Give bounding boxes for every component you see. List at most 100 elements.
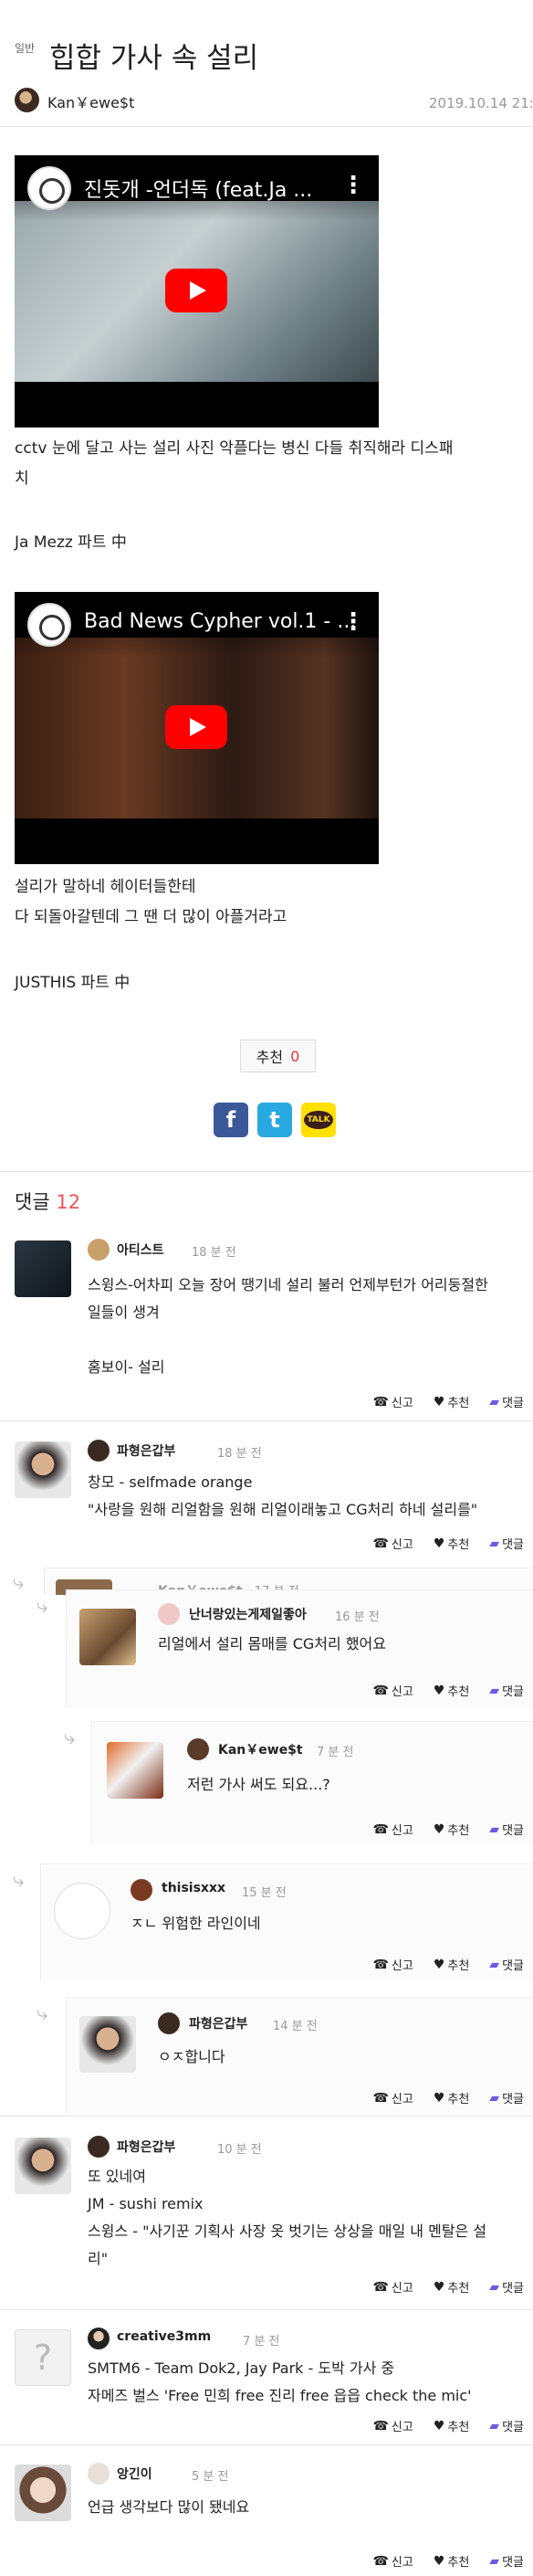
comment-time: 16 분 전 bbox=[335, 1610, 380, 1624]
reply-button[interactable]: ▰ 댓글 bbox=[489, 2089, 524, 2107]
comment-avatar[interactable] bbox=[15, 1441, 71, 1498]
report-button[interactable]: ☎ 신고 bbox=[372, 2417, 413, 2435]
reply-button[interactable]: ▰ 댓글 bbox=[489, 1393, 524, 1411]
body-paragraph: JUSTHIS 파트 中 bbox=[15, 974, 131, 992]
comment-time: 18 분 전 bbox=[217, 1447, 262, 1461]
post-category[interactable]: 일반 bbox=[15, 40, 35, 56]
comment-author[interactable]: 파형은갑부 bbox=[117, 2138, 175, 2156]
user-badge-icon bbox=[88, 2136, 110, 2158]
comment-item: Kan￥ewe$t 7 분 전 저런 가사 써도 되요...? ☎ 신고 ♥ 추천 … bbox=[91, 1721, 533, 1845]
comment-avatar[interactable] bbox=[15, 1240, 71, 1297]
comment-actions: ☎ 신고 ♥ 추천 ▰ 댓글 bbox=[372, 1821, 524, 1839]
divider bbox=[0, 2309, 533, 2310]
reply-button[interactable]: ▰ 댓글 bbox=[489, 1956, 524, 1974]
report-button[interactable]: ☎ 신고 bbox=[372, 1393, 413, 1411]
comment-avatar[interactable] bbox=[54, 1883, 110, 1939]
twitter-share-icon[interactable]: t bbox=[257, 1103, 292, 1137]
recommend-label: 추천 bbox=[447, 1824, 470, 1838]
report-label: 신고 bbox=[391, 2556, 413, 2570]
video-title[interactable]: 진돗개 -언더독 (feat.Ja ... bbox=[84, 174, 312, 203]
recommend-comment-button[interactable]: ♥ 추천 bbox=[434, 1682, 469, 1700]
facebook-share-icon[interactable]: f bbox=[214, 1103, 248, 1137]
comment-actions: ☎ 신고 ♥ 추천 ▰ 댓글 bbox=[372, 1682, 524, 1700]
report-button[interactable]: ☎ 신고 bbox=[372, 1956, 413, 1974]
speech-bubble-icon: ▰ bbox=[489, 2090, 500, 2106]
report-button[interactable]: ☎ 신고 bbox=[372, 1821, 413, 1839]
user-badge-icon bbox=[158, 1603, 180, 1625]
report-label: 신고 bbox=[391, 1824, 413, 1838]
comments-header: 댓글 12 bbox=[15, 1188, 80, 1215]
report-button[interactable]: ☎ 신고 bbox=[372, 2278, 413, 2296]
play-icon[interactable] bbox=[165, 705, 227, 749]
comment-avatar[interactable] bbox=[107, 1742, 163, 1799]
user-badge-icon bbox=[131, 1879, 152, 1901]
recommend-comment-button[interactable]: ♥ 추천 bbox=[434, 2278, 469, 2296]
divider bbox=[0, 126, 533, 127]
comment-actions: ☎ 신고 ♥ 추천 ▰ 댓글 bbox=[372, 1535, 524, 1553]
comment-author[interactable]: 파형은갑부 bbox=[189, 2014, 247, 2032]
kakaotalk-share-icon[interactable]: TALK bbox=[301, 1103, 336, 1137]
video-embed[interactable]: Bad News Cypher vol.1 - ... ⋮ bbox=[15, 592, 379, 864]
reply-button[interactable]: ▰ 댓글 bbox=[489, 1535, 524, 1553]
recommend-label: 추천 bbox=[447, 2282, 470, 2296]
user-badge-icon bbox=[88, 1440, 110, 1462]
heart-icon: ♥ bbox=[433, 1957, 445, 1972]
play-icon[interactable] bbox=[165, 269, 227, 312]
comment-author[interactable]: thisisxxx bbox=[162, 1881, 225, 1895]
recommend-comment-button[interactable]: ♥ 추천 bbox=[434, 1535, 469, 1553]
report-button[interactable]: ☎ 신고 bbox=[372, 2089, 413, 2107]
report-button[interactable]: ☎ 신고 bbox=[372, 1682, 413, 1700]
recommend-comment-button[interactable]: ♥ 추천 bbox=[433, 1956, 469, 1974]
comment-author[interactable]: 아티스트 bbox=[117, 1240, 164, 1259]
reply-button[interactable]: ▰ 댓글 bbox=[489, 2278, 524, 2296]
recommend-comment-button[interactable]: ♥ 추천 bbox=[434, 2552, 469, 2571]
default-avatar-icon[interactable]: ? bbox=[15, 2329, 71, 2386]
reply-label: 댓글 bbox=[502, 1959, 524, 1973]
report-button[interactable]: ☎ 신고 bbox=[372, 2552, 413, 2571]
video-title[interactable]: Bad News Cypher vol.1 - ... bbox=[84, 610, 356, 633]
recommend-comment-button[interactable]: ♥ 추천 bbox=[434, 2417, 469, 2435]
comment-avatar[interactable] bbox=[15, 2465, 71, 2521]
comment-text: 스윙스-어차피 오늘 장어 땡기네 설리 불러 언제부턴가 어리둥절한 일들이 … bbox=[88, 1276, 488, 1376]
author-avatar[interactable] bbox=[15, 88, 39, 112]
body-line: 치 bbox=[15, 470, 29, 488]
reply-button[interactable]: ▰ 댓글 bbox=[489, 2552, 524, 2571]
comment-avatar[interactable] bbox=[79, 2016, 136, 2073]
heart-icon: ♥ bbox=[433, 2279, 445, 2295]
body-paragraph: Ja Mezz 파트 中 bbox=[15, 533, 127, 552]
channel-avatar-icon[interactable] bbox=[27, 166, 71, 210]
divider bbox=[0, 2116, 533, 2117]
recommend-comment-button[interactable]: ♥ 추천 bbox=[434, 1821, 470, 1839]
more-menu-icon[interactable]: ⋮ bbox=[341, 608, 365, 636]
comment-author[interactable]: Kan￥ewe$t bbox=[218, 1740, 303, 1758]
report-label: 신고 bbox=[391, 2421, 413, 2434]
phone-icon: ☎ bbox=[372, 1957, 389, 1972]
comment-author[interactable]: creative3mm bbox=[117, 2329, 211, 2344]
comment-actions: ☎ 신고 ♥ 추천 ▰ 댓글 bbox=[372, 1956, 524, 1974]
recommend-comment-button[interactable]: ♥ 추천 bbox=[434, 2089, 469, 2107]
body-paragraph: cctv 눈에 달고 사는 설리 사진 악플다는 병신 다들 취직해라 디스패 … bbox=[15, 434, 453, 494]
recommend-comment-button[interactable]: ♥ 추천 bbox=[434, 1393, 469, 1411]
channel-avatar-icon[interactable] bbox=[27, 603, 71, 647]
comment-author[interactable]: 앙긴이 bbox=[117, 2465, 152, 2483]
comment-actions: ☎ 신고 ♥ 추천 ▰ 댓글 bbox=[372, 2552, 524, 2571]
report-button[interactable]: ☎ 신고 bbox=[372, 1535, 413, 1553]
recommend-button[interactable]: 추천 0 bbox=[240, 1040, 316, 1072]
comment-avatar[interactable] bbox=[79, 1609, 136, 1665]
comment-author[interactable]: 난너랑있는게제일좋아 bbox=[189, 1605, 307, 1623]
phone-icon: ☎ bbox=[372, 1536, 389, 1551]
comment-avatar[interactable] bbox=[15, 2138, 71, 2194]
more-menu-icon[interactable]: ⋮ bbox=[341, 172, 365, 199]
video-embed[interactable]: 진돗개 -언더독 (feat.Ja ... ⋮ bbox=[15, 155, 379, 428]
reply-button[interactable]: ▰ 댓글 bbox=[489, 1821, 524, 1839]
reply-arrow-icon: ⤷ bbox=[37, 2002, 48, 2025]
speech-bubble-icon: ▰ bbox=[489, 2553, 500, 2569]
comment-author[interactable]: 파형은갑부 bbox=[117, 1441, 175, 1460]
comment-item: 아티스트 18 분 전 스윙스-어차피 오늘 장어 땡기네 설리 불러 언제부턴… bbox=[0, 1224, 533, 1418]
author-name[interactable]: Kan￥ewe$t bbox=[47, 90, 134, 112]
reply-button[interactable]: ▰ 댓글 bbox=[489, 2417, 524, 2435]
reply-button[interactable]: ▰ 댓글 bbox=[489, 1682, 524, 1700]
speech-bubble-icon: ▰ bbox=[489, 1394, 500, 1409]
comment-item: 파형은갑부 14 분 전 ㅇㅈ합니다 ☎ 신고 ♥ 추천 ▰ 댓글 bbox=[66, 1997, 533, 2114]
post-title: 힙합 가사 속 설리 bbox=[49, 42, 259, 75]
